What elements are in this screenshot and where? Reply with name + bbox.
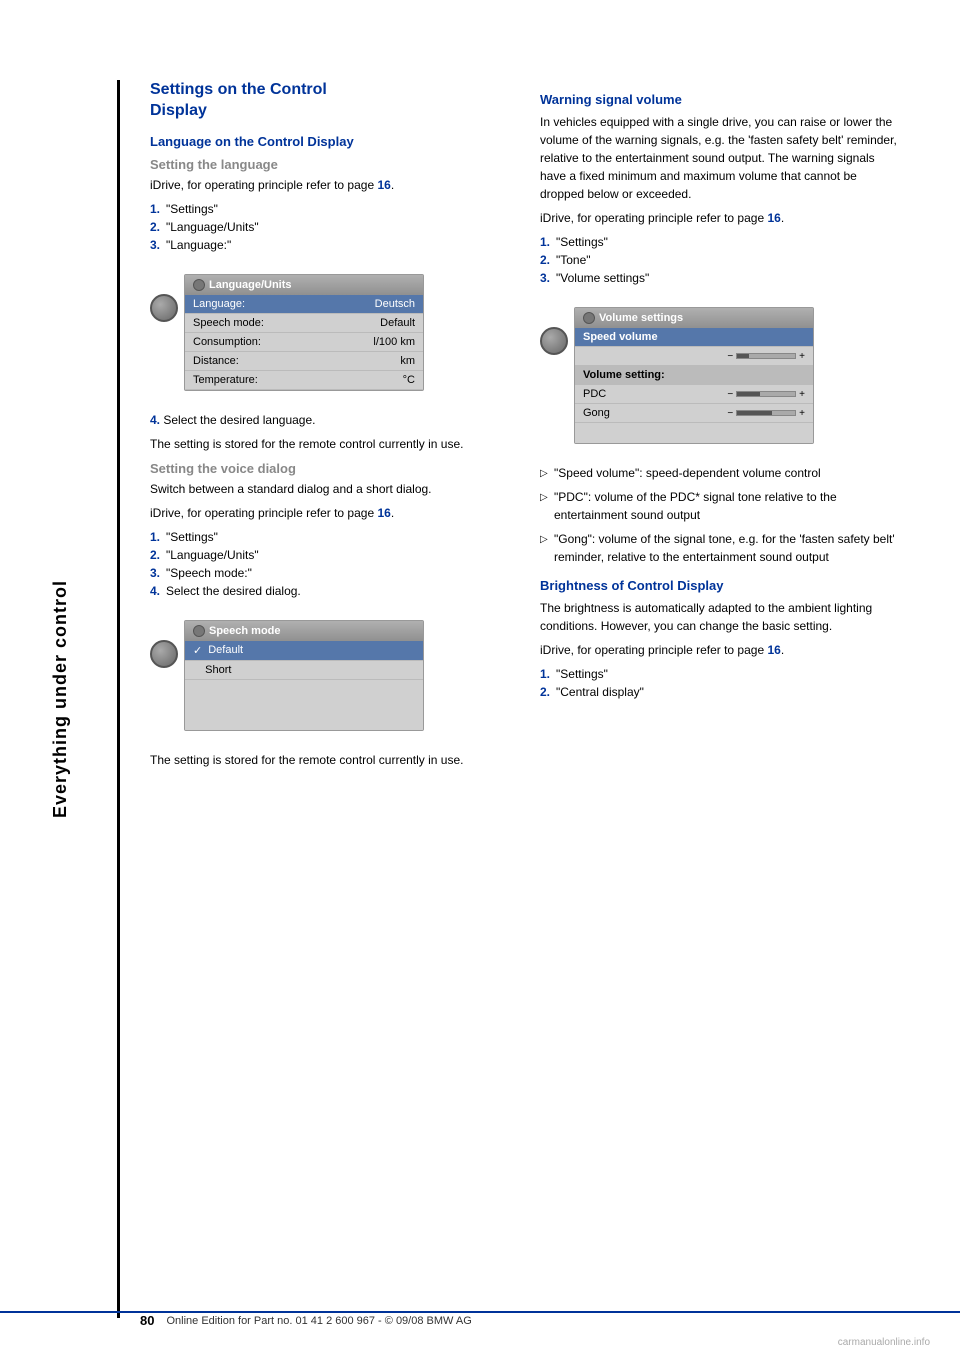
warning-step-1: 1. "Settings"	[540, 233, 900, 251]
screen-row-language: Language: Deutsch	[185, 295, 423, 314]
warning-steps-list: 1. "Settings" 2. "Tone" 3. "Volume setti…	[540, 233, 900, 287]
volume-row-speed-header: Speed volume	[575, 328, 813, 347]
volume-screen-icon	[583, 312, 595, 324]
speech-row-default: ✓ Default	[185, 641, 423, 661]
screen-icon	[193, 279, 205, 291]
gong-volume-bar	[736, 410, 796, 416]
voice-step-4: 4. Select the desired dialog.	[150, 582, 510, 600]
volume-screen-wrapper: Volume settings Speed volume −	[540, 297, 900, 454]
section-brightness: Brightness of Control Display	[540, 578, 900, 593]
subsection-language: Language on the Control Display	[150, 134, 510, 149]
voice-step-1: 1. "Settings"	[150, 528, 510, 546]
brightness-step-1: 1. "Settings"	[540, 665, 900, 683]
warning-step-3: 3. "Volume settings"	[540, 269, 900, 287]
idrive-knob-3	[540, 327, 568, 355]
section-warning: Warning signal volume	[540, 92, 900, 107]
warning-intro: In vehicles equipped with a single drive…	[540, 113, 900, 203]
volume-bullet-1: "Speed volume": speed-dependent volume c…	[540, 464, 900, 482]
idrive-ref-1: iDrive, for operating principle refer to…	[150, 176, 510, 194]
sidebar-line	[117, 80, 120, 1318]
screen-row-speech: Speech mode: Default	[185, 314, 423, 333]
page-container: Everything under control Settings on the…	[0, 0, 960, 1358]
voice-intro: Switch between a standard dialog and a s…	[150, 480, 510, 498]
speech-screen-wrapper: Speech mode ✓ Default Short	[150, 610, 510, 741]
brightness-intro: The brightness is automatically adapted …	[540, 599, 900, 635]
page-link-4[interactable]: 16	[767, 643, 780, 657]
volume-row-pdc: PDC − +	[575, 385, 813, 404]
voice-steps-list: 1. "Settings" 2. "Language/Units" 3. "Sp…	[150, 528, 510, 600]
speech-screen-icon	[193, 625, 205, 637]
footer-text: Online Edition for Part no. 01 41 2 600 …	[166, 1315, 471, 1327]
setting-stored-2: The setting is stored for the remote con…	[150, 751, 510, 769]
idrive-knob-1	[150, 294, 178, 322]
left-column: Settings on the Control Display Language…	[150, 80, 510, 1318]
sidebar-text: Everything under control	[50, 580, 71, 818]
speech-screen-body: ✓ Default Short	[185, 641, 423, 730]
section-title-settings: Settings on the Control Display	[150, 80, 510, 122]
speed-volume-bar	[736, 353, 796, 359]
speech-screen: Speech mode ✓ Default Short	[184, 620, 424, 731]
voice-step-3: 3. "Speech mode:"	[150, 564, 510, 582]
language-screen-wrapper: Language/Units Language: Deutsch Speech …	[150, 264, 510, 401]
volume-bullet-3: "Gong": volume of the signal tone, e.g. …	[540, 530, 900, 566]
right-column: Warning signal volume In vehicles equipp…	[540, 80, 900, 1318]
screen-row-temperature: Temperature: °C	[185, 371, 423, 390]
speech-screen-empty	[185, 680, 423, 730]
volume-screen: Volume settings Speed volume −	[574, 307, 814, 444]
language-step-2: 2. "Language/Units"	[150, 218, 510, 236]
language-screen-body: Language: Deutsch Speech mode: Default C…	[185, 295, 423, 390]
voice-step-2: 2. "Language/Units"	[150, 546, 510, 564]
language-step-1: 1. "Settings"	[150, 200, 510, 218]
language-screen-titlebar: Language/Units	[185, 275, 423, 295]
setting-stored-1: The setting is stored for the remote con…	[150, 435, 510, 453]
watermark: carmanualonline.info	[838, 1337, 930, 1348]
idrive-knob-2	[150, 640, 178, 668]
volume-screen-body: Speed volume − +	[575, 328, 813, 443]
idrive-ref-2: iDrive, for operating principle refer to…	[150, 504, 510, 522]
volume-bullets-list: "Speed volume": speed-dependent volume c…	[540, 464, 900, 566]
page-link-3[interactable]: 16	[767, 211, 780, 225]
brightness-steps-list: 1. "Settings" 2. "Central display"	[540, 665, 900, 701]
main-content: Settings on the Control Display Language…	[120, 80, 960, 1318]
idrive-ref-3: iDrive, for operating principle refer to…	[540, 209, 900, 227]
volume-row-speed-slider: − +	[575, 347, 813, 366]
speech-screen-titlebar: Speech mode	[185, 621, 423, 641]
step4-text: 4. Select the desired language.	[150, 411, 510, 429]
language-steps-list: 1. "Settings" 2. "Language/Units" 3. "La…	[150, 200, 510, 254]
sidebar: Everything under control	[0, 80, 120, 1318]
speech-row-short: Short	[185, 661, 423, 680]
page-link-2[interactable]: 16	[377, 506, 390, 520]
volume-row-setting-label: Volume setting:	[575, 366, 813, 385]
idrive-ref-4: iDrive, for operating principle refer to…	[540, 641, 900, 659]
page-number: 80	[140, 1313, 154, 1328]
brightness-step-2: 2. "Central display"	[540, 683, 900, 701]
page-link-1[interactable]: 16	[377, 178, 390, 192]
volume-screen-titlebar: Volume settings	[575, 308, 813, 328]
sub-setting-language: Setting the language	[150, 157, 510, 172]
screen-row-distance: Distance: km	[185, 352, 423, 371]
language-step-3: 3. "Language:"	[150, 236, 510, 254]
volume-row-gong: Gong − +	[575, 404, 813, 423]
volume-bullet-2: "PDC": volume of the PDC* signal tone re…	[540, 488, 900, 524]
pdc-volume-bar	[736, 391, 796, 397]
volume-screen-padding	[575, 423, 813, 443]
language-screen: Language/Units Language: Deutsch Speech …	[184, 274, 424, 391]
screen-row-consumption: Consumption: l/100 km	[185, 333, 423, 352]
warning-step-2: 2. "Tone"	[540, 251, 900, 269]
page-footer: 80 Online Edition for Part no. 01 41 2 6…	[0, 1311, 960, 1328]
subsection-voice: Setting the voice dialog	[150, 461, 510, 476]
